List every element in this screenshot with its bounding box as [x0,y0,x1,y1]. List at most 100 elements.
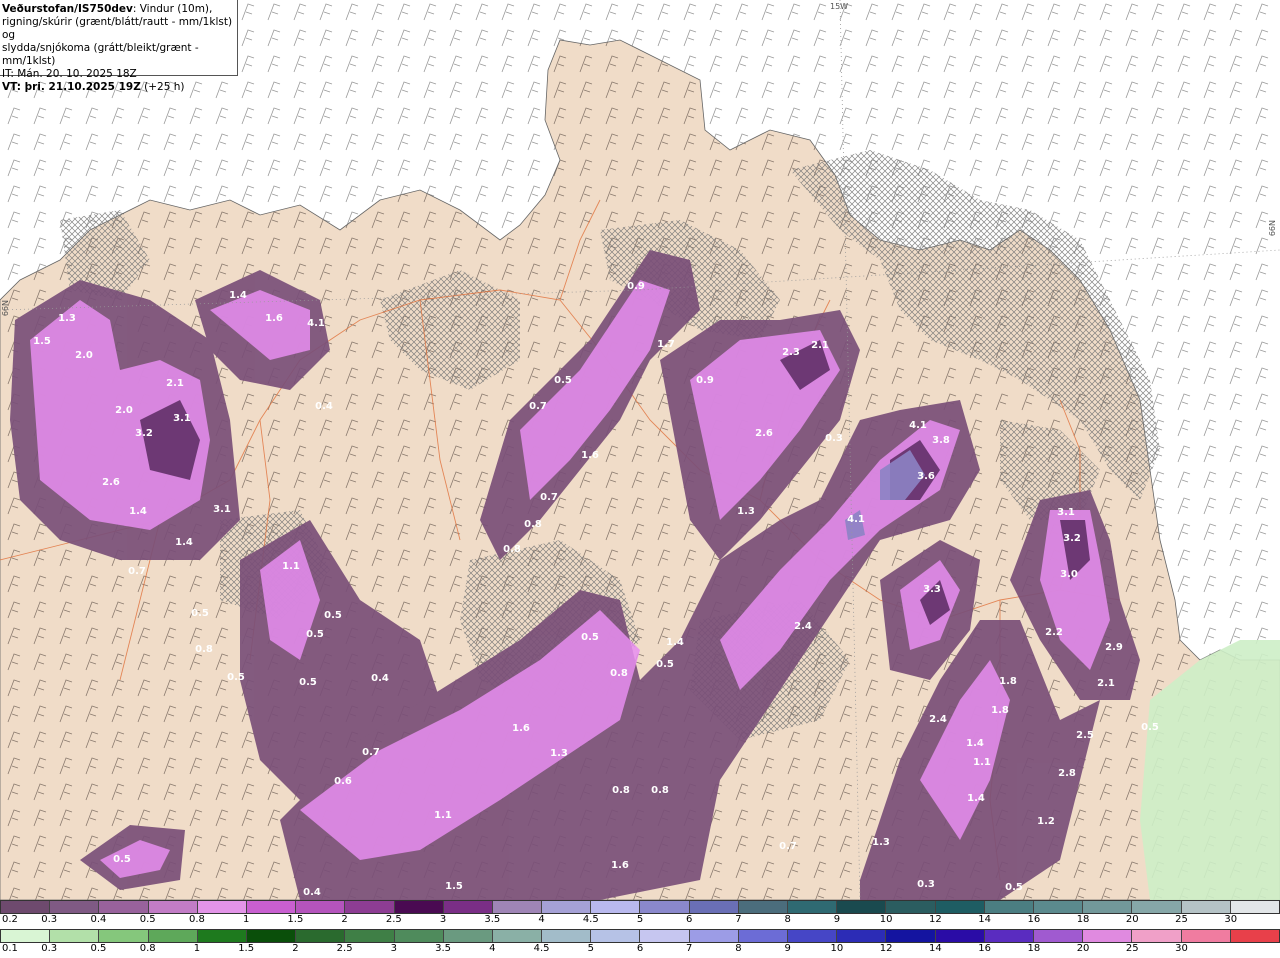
legend-swatch [492,901,543,913]
map-info-box: Veðurstofan/IS750dev: Vindur (10m), rign… [0,0,238,93]
precip-value-label: 3.1 [173,413,191,424]
legend-snow-labels: 0.2 0.3 0.4 0.5 0.8 1 1.5 2 2.5 3 3.5 4 4.5 5 6 7 8 9 10 12… [0,914,1280,928]
precip-value-label: 3.1 [1057,507,1075,518]
legend-swatch [50,901,100,913]
precip-value-label: 0.5 [554,375,572,386]
precip-value-label: 0.7 [779,841,797,852]
legend-label: 20 [1125,914,1139,925]
legend-swatch [738,930,788,942]
precip-value-label: 2.6 [102,477,120,488]
precip-value-label: 2.0 [75,350,93,361]
legend-label: 6 [636,943,644,954]
legend-swatch [542,901,592,913]
precip-value-label: 0.6 [334,776,352,787]
precip-value-label: 2.4 [794,621,812,632]
precip-value-label: 3.0 [1060,569,1078,580]
precip-value-label: 2.5 [1076,730,1094,741]
legend-label: 1.5 [238,943,255,954]
forecast-map[interactable]: 1.3 1.5 2.0 1.4 1.6 4.1 0.4 2.1 2.0 3.2 3.1 2.6 1.4 3… [0,0,1280,900]
precip-value-label: 1.5 [445,881,463,892]
legend-label: 3.5 [484,914,501,925]
precip-value-label: 0.5 [299,677,317,688]
info-valid-time: VT: þri. 21.10.2025 19Z (+25 h) [2,81,235,94]
legend-swatch [886,901,936,913]
legend-swatch [1083,930,1133,942]
precip-value-label: 0.5 [1005,882,1023,893]
precip-value-label: 1.7 [657,339,675,350]
legend-label: 3 [439,914,447,925]
legend-label: 0.5 [90,943,107,954]
legend-swatch [886,930,936,942]
precip-value-label: 1.6 [581,450,599,461]
legend-swatch [1230,930,1279,942]
info-line-1: Veðurstofan/IS750dev: Vindur (10m), [2,3,235,16]
precip-value-label: 0.5 [324,610,342,621]
precip-value-label: 1.4 [129,506,147,517]
precip-value-label: 3.2 [135,428,153,439]
precip-value-label: 0.5 [113,854,131,865]
precip-value-label: 0.9 [696,375,714,386]
legend-label: 3.5 [435,943,452,954]
legend-swatch [197,930,247,942]
legend-swatch [99,930,149,942]
legend-label: 8 [735,943,742,954]
precip-value-label: 4.1 [847,514,865,525]
precip-value-label: 0.4 [371,673,389,684]
legend-swatch [246,930,297,942]
legend-snow-bar [0,900,1280,914]
legend-swatch [443,930,493,942]
precip-value-label: 0.5 [581,632,599,643]
legend-label: 2 [292,943,299,954]
legend-swatch [788,901,838,913]
precip-value-label: 2.3 [782,347,800,358]
legend-label: 18 [1027,943,1041,954]
precip-value-label: 0.8 [195,644,213,655]
legend-label: 10 [830,943,844,954]
legend-label: 0.2 [2,914,18,925]
info-source: Veðurstofan/IS750dev [2,3,133,15]
precip-value-label: 2.1 [1097,678,1115,689]
legend-label: 1 [242,914,250,925]
legend-label: 0.4 [90,914,107,925]
legend-swatch [1181,930,1231,942]
legend-swatch [837,930,887,942]
legend-swatch [1033,930,1084,942]
legend-label: 12 [879,943,893,954]
legend-label: 5 [636,914,644,925]
legend-label: 4.5 [582,914,599,925]
legend-swatch [640,901,690,913]
legend-swatch [394,930,444,942]
legend-swatch [1132,930,1182,942]
precip-value-label: 0.9 [627,281,645,292]
legend-label: 9 [784,943,791,954]
legend-swatch [99,901,149,913]
precip-value-label: 2.0 [115,405,133,416]
precip-value-label: 0.8 [651,785,669,796]
legend-swatch [1083,901,1133,913]
legend-snow: 0.2 0.3 0.4 0.5 0.8 1 1.5 2 2.5 3 3.5 4 4.5 5 6 7 8 9 10 12… [0,900,1280,929]
legend-swatch [443,901,493,913]
legend-label: 8 [784,914,791,925]
legend-label: 14 [978,914,991,925]
legend-rain-bar [0,929,1280,943]
legend-swatch [1033,901,1084,913]
legend-label: 0.3 [41,943,58,954]
legend-label: 3 [390,943,398,954]
precip-value-label: 1.3 [550,748,568,759]
precip-value-label: 0.4 [315,401,333,412]
precip-value-label: 3.3 [923,584,941,595]
precip-value-label: 0.8 [610,668,628,679]
legend-label: 25 [1125,943,1139,954]
precip-value-label: 1.8 [999,676,1017,687]
legend-label: 5 [587,943,594,954]
legend-swatch [1181,901,1231,913]
legend-label: 4 [489,943,496,954]
legend-label: 2 [341,914,348,925]
legend-label: 16 [978,943,991,954]
legend-swatch [394,901,444,913]
precip-value-label: 0.7 [540,492,558,503]
precip-value-label: 4.1 [909,420,927,431]
precip-value-label: 0.5 [306,629,324,640]
legend-swatch [197,901,247,913]
precip-value-label: 3.8 [932,435,950,446]
